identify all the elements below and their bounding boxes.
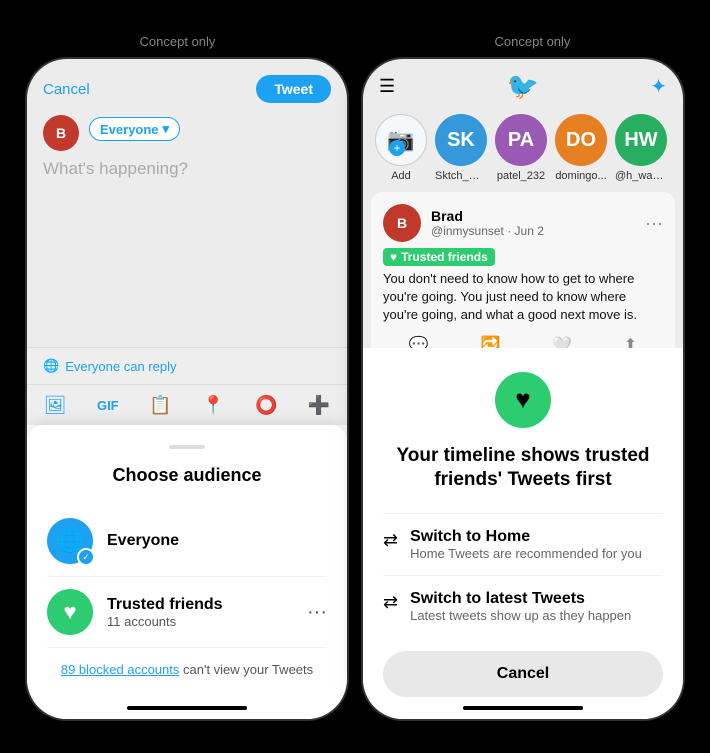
can-reply-text: Everyone can reply xyxy=(65,359,176,374)
timeline-sheet: ♥ Your timeline shows trusted friends' T… xyxy=(363,348,683,697)
more-button[interactable]: ··· xyxy=(307,601,327,624)
twitter-logo: 🐦 xyxy=(507,71,539,102)
tweet-header: B Brad @inmysunset · Jun 2 ··· xyxy=(383,204,663,242)
badge-label: Trusted friends xyxy=(401,250,488,264)
sheet-title: Your timeline shows trusted friends' Twe… xyxy=(383,444,663,493)
story-2-avatar: PA xyxy=(495,114,547,166)
right-home-bar xyxy=(363,697,683,719)
tweet-actions: 💬 🔁 🤍 ⬆ xyxy=(383,335,663,348)
sheet-heart-icon: ♥ xyxy=(495,372,551,428)
feed-top-bar: ☰ 🐦 ✦ xyxy=(363,59,683,114)
sheet-title: Choose audience xyxy=(47,465,327,486)
trusted-friends-icon: ♥ xyxy=(47,589,93,635)
everyone-text: Everyone xyxy=(107,532,327,550)
story-2[interactable]: PA patel_232 xyxy=(495,114,547,182)
story-3[interactable]: DO domingo... xyxy=(555,114,607,182)
story-1-label: Sktch_Co... xyxy=(435,170,487,182)
story-add-label: Add xyxy=(391,170,411,182)
story-1[interactable]: SK Sktch_Co... xyxy=(435,114,487,182)
gif-icon[interactable]: GIF xyxy=(96,393,120,417)
home-bar xyxy=(27,697,347,719)
tweet-more-icon[interactable]: ··· xyxy=(645,213,663,234)
switch-latest-sub: Latest tweets show up as they happen xyxy=(410,608,631,623)
story-2-label: patel_232 xyxy=(497,170,545,182)
can-reply-bar: 🌐 Everyone can reply xyxy=(27,347,347,384)
chevron-icon: ▾ xyxy=(163,121,170,137)
everyone-icon: 🌐 ✓ xyxy=(47,518,93,564)
location-icon[interactable]: 📍 xyxy=(201,393,225,417)
cancel-button[interactable]: Cancel xyxy=(43,81,90,98)
story-3-label: domingo... xyxy=(555,170,606,182)
selected-checkmark: ✓ xyxy=(77,548,95,566)
home-bar-line xyxy=(127,706,247,710)
twitter-feed: ☰ 🐦 ✦ 📷+ Add SK Sktch_Co... PA patel_232 xyxy=(363,59,683,348)
retweet-icon[interactable]: 🔁 xyxy=(480,335,500,348)
switch-home-text: Switch to Home Home Tweets are recommend… xyxy=(410,528,642,561)
trusted-badge: ♥ Trusted friends xyxy=(383,248,495,266)
user-avatar: B xyxy=(43,115,79,151)
like-icon[interactable]: 🤍 xyxy=(552,335,572,348)
tweet-text: You don't need to know how to get to whe… xyxy=(383,270,663,325)
blocked-link[interactable]: 89 blocked accounts xyxy=(61,662,180,677)
story-add-icon: 📷+ xyxy=(375,114,427,166)
left-concept-label: Concept only xyxy=(140,34,216,49)
everyone-label: Everyone xyxy=(107,532,327,550)
hamburger-icon[interactable]: ☰ xyxy=(379,76,395,97)
story-4[interactable]: HW @h_wang... xyxy=(615,114,667,182)
trusted-friends-sub: 11 accounts xyxy=(107,614,293,629)
sheet-cancel-button[interactable]: Cancel xyxy=(383,651,663,697)
right-phone: ☰ 🐦 ✦ 📷+ Add SK Sktch_Co... PA patel_232 xyxy=(363,59,683,719)
list-icon[interactable]: 📋 xyxy=(149,393,173,417)
left-phone: Cancel Tweet B Everyone ▾ What's happeni… xyxy=(27,59,347,719)
switch-to-home-option[interactable]: ⇄ Switch to Home Home Tweets are recomme… xyxy=(383,513,663,575)
tweet-button[interactable]: Tweet xyxy=(256,75,331,103)
compose-top-bar: Cancel Tweet xyxy=(43,75,331,103)
compose-placeholder[interactable]: What's happening? xyxy=(43,159,331,179)
everyone-option[interactable]: 🌐 ✓ Everyone xyxy=(47,506,327,577)
switch-latest-text: Switch to latest Tweets Latest tweets sh… xyxy=(410,590,631,623)
story-add[interactable]: 📷+ Add xyxy=(375,114,427,182)
switch-latest-title: Switch to latest Tweets xyxy=(410,590,631,608)
compose-area: Cancel Tweet B Everyone ▾ What's happeni… xyxy=(27,59,347,347)
share-icon[interactable]: ⬆ xyxy=(624,335,637,348)
audience-pill-label: Everyone xyxy=(100,122,159,137)
plus-icon[interactable]: ➕ xyxy=(307,393,331,417)
tweet-avatar: B xyxy=(383,204,421,242)
tweet-handle-date: @inmysunset · Jun 2 xyxy=(431,224,635,238)
story-4-avatar: HW xyxy=(615,114,667,166)
image-icon[interactable]: 🖼 xyxy=(43,393,67,417)
heart-icon: ♥ xyxy=(390,250,397,264)
globe-icon: 🌐 xyxy=(43,358,59,374)
switch-home-sub: Home Tweets are recommended for you xyxy=(410,546,642,561)
switch-to-latest-option[interactable]: ⇄ Switch to latest Tweets Latest tweets … xyxy=(383,575,663,637)
tweet-author: Brad xyxy=(431,208,635,224)
audience-pill[interactable]: Everyone ▾ xyxy=(89,117,180,141)
tweet-meta: Brad @inmysunset · Jun 2 xyxy=(431,208,635,238)
sparkle-icon[interactable]: ✦ xyxy=(650,74,667,99)
story-1-avatar: SK xyxy=(435,114,487,166)
right-concept-label: Concept only xyxy=(495,34,571,49)
story-4-label: @h_wang... xyxy=(615,170,667,182)
tweet-card: B Brad @inmysunset · Jun 2 ··· ♥ Trusted… xyxy=(371,192,675,348)
right-home-bar-line xyxy=(463,706,583,710)
trusted-friends-option[interactable]: ♥ Trusted friends 11 accounts ··· xyxy=(47,577,327,648)
choose-audience-sheet: Choose audience 🌐 ✓ Everyone ♥ Trusted f… xyxy=(27,425,347,697)
reply-icon[interactable]: 💬 xyxy=(409,335,429,348)
arrows-icon-latest: ⇄ xyxy=(383,592,398,613)
compose-toolbar: 🖼 GIF 📋 📍 ⭕ ➕ xyxy=(27,384,347,425)
circle-icon[interactable]: ⭕ xyxy=(254,393,278,417)
sheet-drag-handle xyxy=(169,445,205,449)
trusted-friends-label: Trusted friends xyxy=(107,596,293,614)
blocked-notice: 89 blocked accounts can't view your Twee… xyxy=(47,662,327,681)
story-3-avatar: DO xyxy=(555,114,607,166)
arrows-icon-home: ⇄ xyxy=(383,530,398,551)
switch-home-title: Switch to Home xyxy=(410,528,642,546)
stories-row: 📷+ Add SK Sktch_Co... PA patel_232 DO do… xyxy=(363,114,683,192)
trusted-friends-text: Trusted friends 11 accounts xyxy=(107,596,293,629)
